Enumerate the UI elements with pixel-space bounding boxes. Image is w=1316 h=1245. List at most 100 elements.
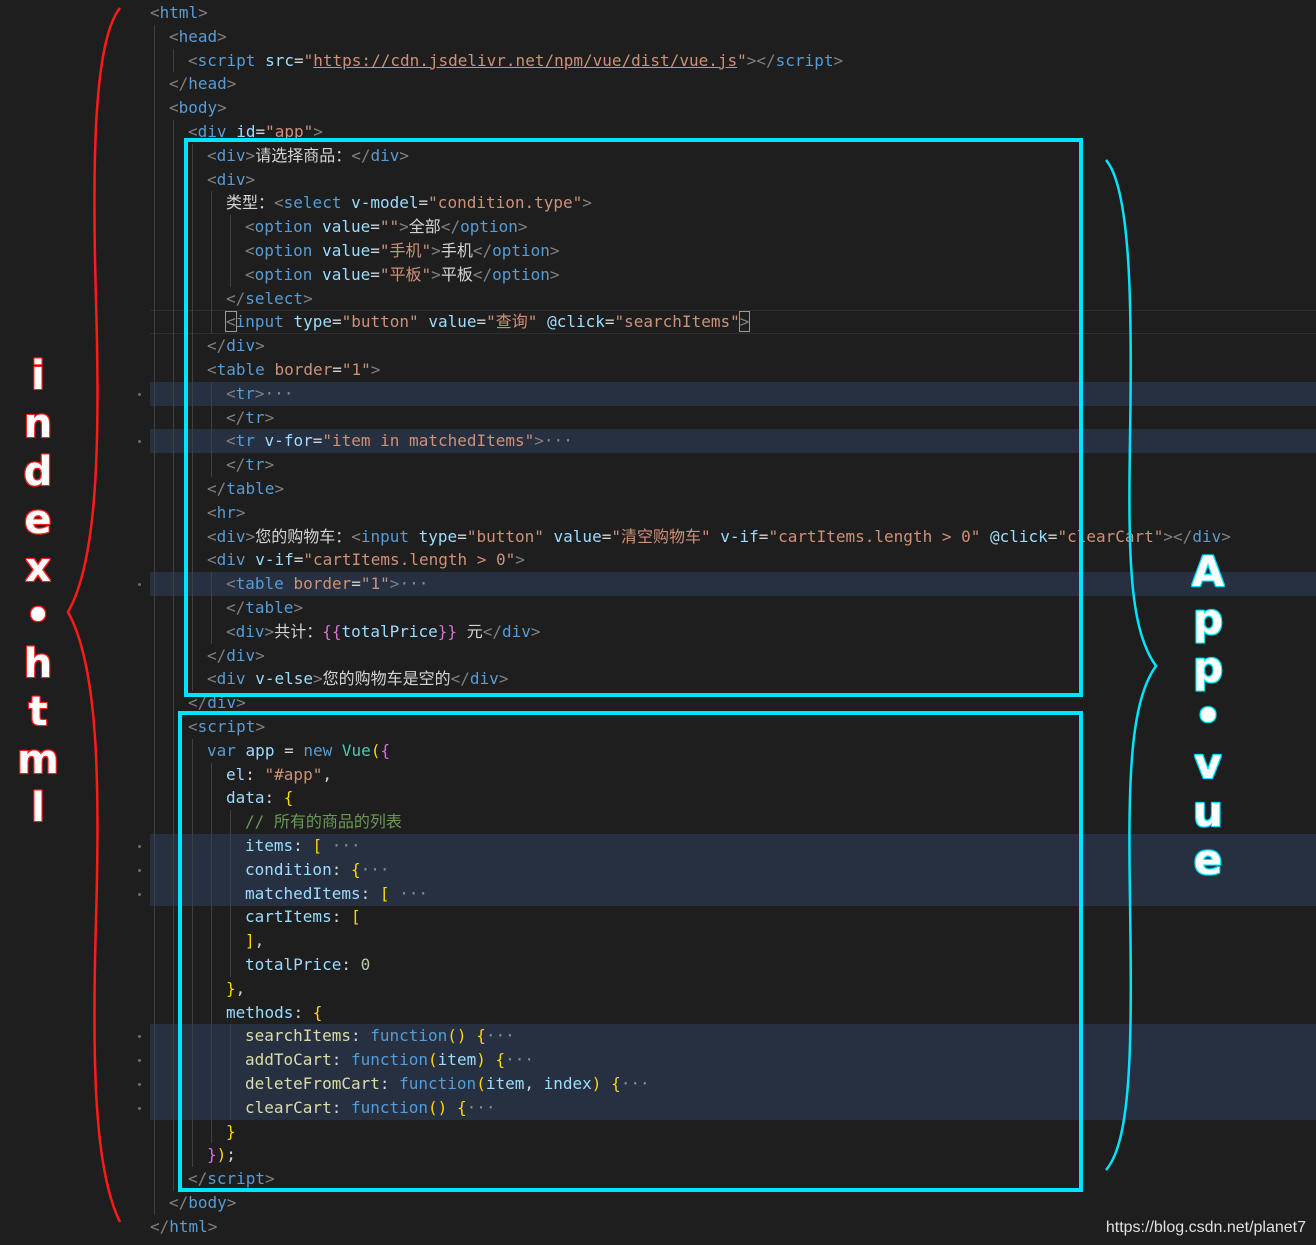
code-line[interactable]: <div>您的购物车：<input type="button" value="清…: [0, 525, 1316, 549]
fold-marker-icon[interactable]: [138, 1106, 141, 1110]
code-token: "手机": [379, 241, 432, 260]
folded-ellipsis[interactable]: ···: [332, 836, 361, 855]
code-line[interactable]: }: [0, 1120, 1316, 1144]
code-text: </script>: [188, 1167, 275, 1191]
code-line[interactable]: <table border="1">: [0, 358, 1316, 382]
code-line[interactable]: </div>: [0, 691, 1316, 715]
code-line[interactable]: </table>: [0, 596, 1316, 620]
code-line[interactable]: </tr>: [0, 453, 1316, 477]
fold-marker-icon[interactable]: [138, 392, 141, 396]
code-line[interactable]: <div>请选择商品：</div>: [0, 144, 1316, 168]
code-line[interactable]: </tr>: [0, 406, 1316, 430]
code-line[interactable]: </head>: [0, 72, 1316, 96]
code-line[interactable]: </select>: [0, 287, 1316, 311]
code-text: <tr>···: [226, 382, 293, 406]
code-line[interactable]: <table border="1">···: [0, 572, 1316, 597]
folded-ellipsis[interactable]: ···: [486, 1026, 515, 1045]
code-token: script: [197, 50, 256, 70]
code-line[interactable]: <div>共计：{{totalPrice}} 元</div>: [0, 620, 1316, 644]
code-line[interactable]: var app = new Vue({: [0, 739, 1316, 763]
code-line[interactable]: ],: [0, 929, 1316, 953]
code-text: searchItems: function() {···: [245, 1024, 515, 1048]
code-line[interactable]: </div>: [0, 334, 1316, 358]
code-line[interactable]: <script>: [0, 715, 1316, 739]
code-line[interactable]: </script>: [0, 1167, 1316, 1191]
code-line[interactable]: // 所有的商品的列表: [0, 810, 1316, 834]
code-line[interactable]: <div v-else>您的购物车是空的</div>: [0, 667, 1316, 691]
code-token: v-else: [255, 669, 313, 689]
code-line[interactable]: <option value="手机">手机</option>: [0, 239, 1316, 263]
code-line[interactable]: items: [ ···: [0, 834, 1316, 858]
code-token: </: [472, 264, 493, 284]
fold-marker-icon[interactable]: [138, 440, 141, 444]
folded-ellipsis[interactable]: ···: [361, 860, 390, 879]
folded-ellipsis[interactable]: ···: [265, 384, 294, 403]
code-line[interactable]: data: {: [0, 786, 1316, 810]
code-text: <div>: [207, 168, 255, 192]
code-token: 类型：: [226, 193, 275, 213]
code-token: >: [370, 360, 381, 379]
code-token: 全部: [408, 217, 441, 237]
code-line[interactable]: methods: {: [0, 1001, 1316, 1025]
code-line[interactable]: <tr>···: [0, 381, 1316, 406]
code-editor[interactable]: <html> <head> <script src="https://cdn.jsd…: [0, 0, 1316, 1245]
fold-marker-icon[interactable]: [138, 1035, 141, 1039]
folded-ellipsis[interactable]: ···: [544, 431, 573, 450]
code-line[interactable]: clearCart: function() {···: [0, 1095, 1316, 1120]
code-line[interactable]: },: [0, 977, 1316, 1001]
code-line[interactable]: <input type="button" value="查询" @click="…: [0, 310, 1316, 335]
code-text: <input type="button" value="查询" @click="…: [225, 310, 751, 334]
code-line[interactable]: <script src="https://cdn.jsdelivr.net/np…: [0, 49, 1316, 73]
fold-marker-icon[interactable]: [138, 845, 141, 848]
code-line[interactable]: el: "#app",: [0, 763, 1316, 787]
fold-marker-icon[interactable]: [138, 583, 141, 587]
indent-guide: [211, 381, 212, 477]
code-token: border: [274, 360, 333, 379]
code-line[interactable]: <hr>: [0, 501, 1316, 525]
code-token: tr: [235, 383, 255, 403]
folded-ellipsis[interactable]: ···: [399, 574, 428, 593]
folded-ellipsis[interactable]: ···: [621, 1074, 650, 1093]
code-token: <: [207, 526, 217, 546]
code-line[interactable]: <option value="平板">平板</option>: [0, 263, 1316, 287]
code-line[interactable]: matchedItems: [ ···: [0, 881, 1316, 906]
code-token: div: [226, 336, 256, 356]
fold-marker-icon[interactable]: [138, 892, 141, 896]
code-token: }: [226, 1121, 236, 1141]
code-line[interactable]: totalPrice: 0: [0, 953, 1316, 977]
code-line[interactable]: <div>: [0, 168, 1316, 192]
folded-ellipsis[interactable]: ···: [467, 1098, 496, 1117]
code-line[interactable]: searchItems: function() {···: [0, 1024, 1316, 1049]
fold-marker-icon[interactable]: [138, 1059, 141, 1063]
code-line[interactable]: <option value="">全部</option>: [0, 215, 1316, 239]
code-token: el: [226, 764, 246, 784]
code-text: cartItems: [: [245, 905, 361, 929]
code-line[interactable]: 类型：<select v-model="condition.type">: [0, 191, 1316, 215]
code-line[interactable]: <tr v-for="item in matchedItems">···: [0, 429, 1316, 454]
code-line[interactable]: addToCart: function(item) {···: [0, 1048, 1316, 1073]
code-line[interactable]: <body>: [0, 96, 1316, 120]
code-line[interactable]: <head>: [0, 25, 1316, 49]
code-line[interactable]: <div v-if="cartItems.length > 0">: [0, 548, 1316, 572]
code-line[interactable]: <html>: [0, 1, 1316, 25]
code-token: select: [283, 193, 342, 213]
code-line[interactable]: <div id="app">: [0, 120, 1316, 144]
code-line[interactable]: </div>: [0, 644, 1316, 668]
code-token: ": [737, 50, 747, 70]
code-line[interactable]: </body>: [0, 1191, 1316, 1215]
fold-marker-icon[interactable]: [138, 1083, 141, 1086]
code-text: },: [226, 977, 245, 1001]
code-token: @click: [990, 526, 1048, 546]
code-token: div: [469, 669, 499, 689]
code-line[interactable]: deleteFromCart: function(item, index) {·…: [0, 1072, 1316, 1096]
code-token: </: [169, 74, 189, 94]
folded-ellipsis[interactable]: ···: [505, 1050, 534, 1069]
code-line[interactable]: cartItems: [: [0, 905, 1316, 929]
code-line[interactable]: condition: {···: [0, 857, 1316, 882]
code-line[interactable]: </table>: [0, 477, 1316, 501]
code-line[interactable]: });: [0, 1143, 1316, 1167]
fold-marker-icon[interactable]: [138, 868, 141, 872]
folded-ellipsis[interactable]: ···: [399, 884, 428, 903]
